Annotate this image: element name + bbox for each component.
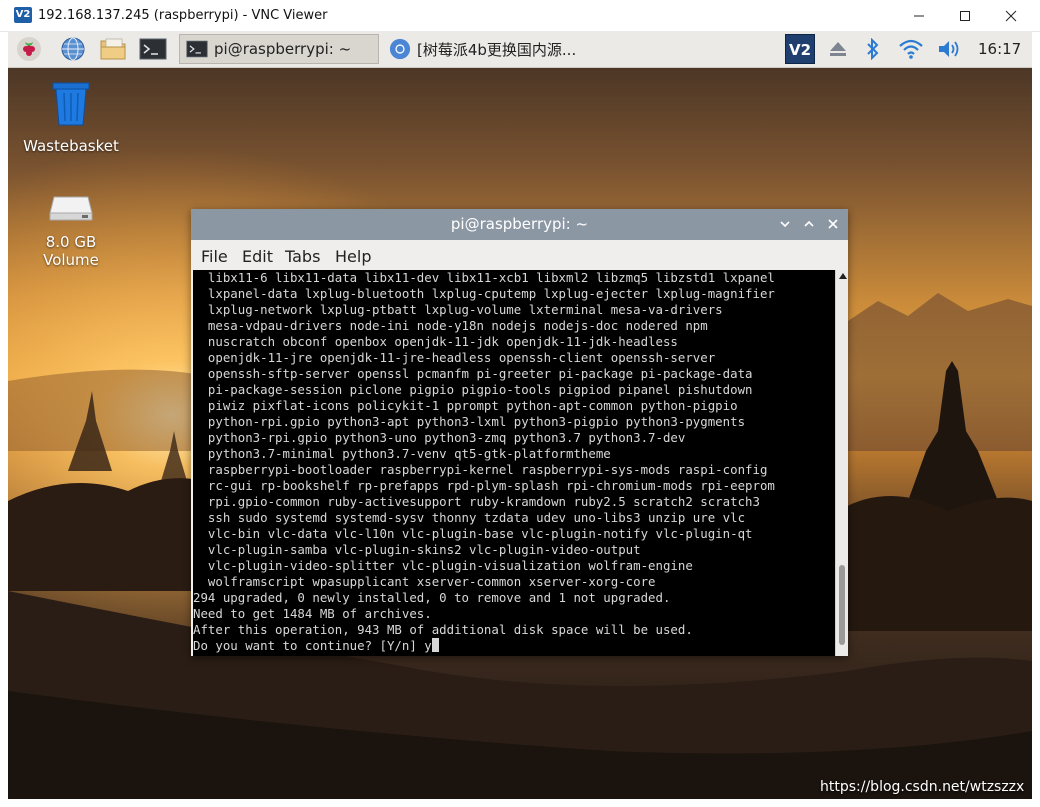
terminal-close-button[interactable] [824,215,842,233]
desktop-icon-wastebasket[interactable]: Wastebasket [16,79,126,155]
terminal-line: Do you want to continue? [Y/n] y [193,638,775,654]
terminal-line: piwiz pixflat-icons policykit-1 pprompt … [193,398,738,413]
menu-help[interactable]: Help [335,247,371,266]
vnc-bottom-border [0,799,1040,807]
browser-launcher[interactable] [58,34,88,64]
terminal-icon [186,40,208,58]
maximize-button[interactable] [942,0,988,31]
volume-button[interactable] [935,34,965,64]
watermark: https://blog.csdn.net/wtzszzx [820,779,1025,795]
terminal-line: lxpanel-data lxplug-bluetooth lxplug-cpu… [193,286,775,301]
desktop-icon-label: Wastebasket [23,137,119,155]
terminal-line: python-rpi.gpio python3-apt python3-lxml… [193,414,746,429]
terminal-icon [139,38,167,60]
terminal-line: 294 upgraded, 0 newly installed, 0 to re… [193,590,671,605]
wifi-icon [899,39,923,59]
terminal-minimize-button[interactable] [776,215,794,233]
terminal-line: Need to get 1484 MB of archives. [193,606,432,621]
clock: 16:17 [978,40,1022,58]
wifi-button[interactable] [896,34,926,64]
terminal-line: mesa-vdpau-drivers node-ini node-y18n no… [193,318,708,333]
terminal-line: vlc-bin vlc-data vlc-l10n vlc-plugin-bas… [193,526,753,541]
terminal-window: pi@raspberrypi: ~ File Edit Tabs Help li… [191,209,848,656]
terminal-scrollbar[interactable] [835,270,848,656]
terminal-line: vlc-plugin-video-splitter vlc-plugin-vis… [193,558,693,573]
folder-icon [100,38,126,60]
terminal-cursor [431,638,439,652]
terminal-line: vlc-plugin-samba vlc-plugin-skins2 vlc-p… [193,542,641,557]
vnc-icon: V2 [785,34,815,64]
terminal-line: After this operation, 943 MB of addition… [193,622,693,637]
terminal-lines: libx11-6 libx11-data libx11-dev libx11-x… [193,270,775,654]
minimize-icon [914,15,924,16]
close-button[interactable] [988,0,1034,31]
terminal-line: libx11-6 libx11-data libx11-dev libx11-x… [193,270,775,285]
vnc-logo-icon: V2 [14,7,32,23]
raspberry-icon [17,37,41,61]
terminal-line: openssh-sftp-server openssl pcmanfm pi-g… [193,366,753,381]
desktop-icon-volume[interactable]: 8.0 GB Volume [16,193,126,269]
terminal-titlebar[interactable]: pi@raspberrypi: ~ [191,209,848,240]
terminal-launcher[interactable] [138,34,168,64]
volume-icon [939,41,959,57]
menu-edit[interactable]: Edit [242,247,273,266]
close-icon [1005,10,1017,21]
terminal-line: openjdk-11-jre openjdk-11-jre-headless o… [193,350,716,365]
chromium-icon [389,38,411,60]
terminal-title: pi@raspberrypi: ~ [450,215,589,233]
terminal-output[interactable]: libx11-6 libx11-data libx11-dev libx11-x… [193,270,835,656]
terminal-line: nuscratch obconf openbox openjdk-11-jdk … [193,334,678,349]
task-label: pi@raspberrypi: ~ [214,40,352,58]
drive-icon [49,196,93,221]
scrollbar-thumb[interactable] [839,565,845,645]
menu-tabs[interactable]: Tabs [285,247,320,266]
bluetooth-icon [867,38,879,60]
arrow-up-icon [838,272,847,279]
terminal-menubar: File Edit Tabs Help [191,240,848,270]
terminal-line: python3-rpi.gpio python3-uno python3-zmq… [193,430,686,445]
terminal-line: pi-package-session piclone pigpio pigpio… [193,382,753,397]
scroll-up-button[interactable] [837,270,848,281]
minimize-button[interactable] [896,0,942,31]
raspberry-menu-button[interactable] [14,34,44,64]
chevron-down-icon [780,221,790,228]
globe-icon [61,37,85,61]
terminal-maximize-button[interactable] [800,215,818,233]
terminal-line: raspberrypi-bootloader raspberrypi-kerne… [193,462,768,477]
taskbar-panel: pi@raspberrypi: ~ [树莓派4b更换国内源... V2 16:1… [8,31,1032,68]
maximize-icon [960,10,970,21]
task-browser[interactable]: [树莓派4b更换国内源... [383,34,583,64]
terminal-line: ssh sudo systemd systemd-sysv thonny tzd… [193,510,746,525]
terminal-line: wolframscript wpasupplicant xserver-comm… [193,574,656,589]
vnc-tray-button[interactable]: V2 [783,34,817,64]
terminal-line: lxplug-network lxplug-ptbatt lxplug-volu… [193,302,723,317]
bluetooth-button[interactable] [858,34,888,64]
eject-icon [830,42,846,56]
vnc-titlebar: V2 192.168.137.245 (raspberrypi) - VNC V… [0,0,1040,32]
task-label: [树莓派4b更换国内源... [417,40,577,59]
eject-button[interactable] [823,34,853,64]
close-icon [828,219,838,229]
file-manager-launcher[interactable] [98,34,128,64]
chevron-up-icon [804,220,814,227]
desktop-icon-label: 8.0 GB Volume [43,233,99,269]
terminal-line: rc-gui rp-bookshelf rp-prefapps rpd-plym… [193,478,775,493]
wastebasket-icon [52,82,90,126]
terminal-line: python3.7-minimal python3.7-venv qt5-gtk… [193,446,611,461]
remote-desktop: pi@raspberrypi: ~ [树莓派4b更换国内源... V2 16:1… [8,31,1032,799]
menu-file[interactable]: File [201,247,228,266]
window-title: 192.168.137.245 (raspberrypi) - VNC View… [38,8,328,23]
terminal-line: rpi.gpio-common ruby-activesupport ruby-… [193,494,760,509]
task-terminal[interactable]: pi@raspberrypi: ~ [179,34,379,64]
